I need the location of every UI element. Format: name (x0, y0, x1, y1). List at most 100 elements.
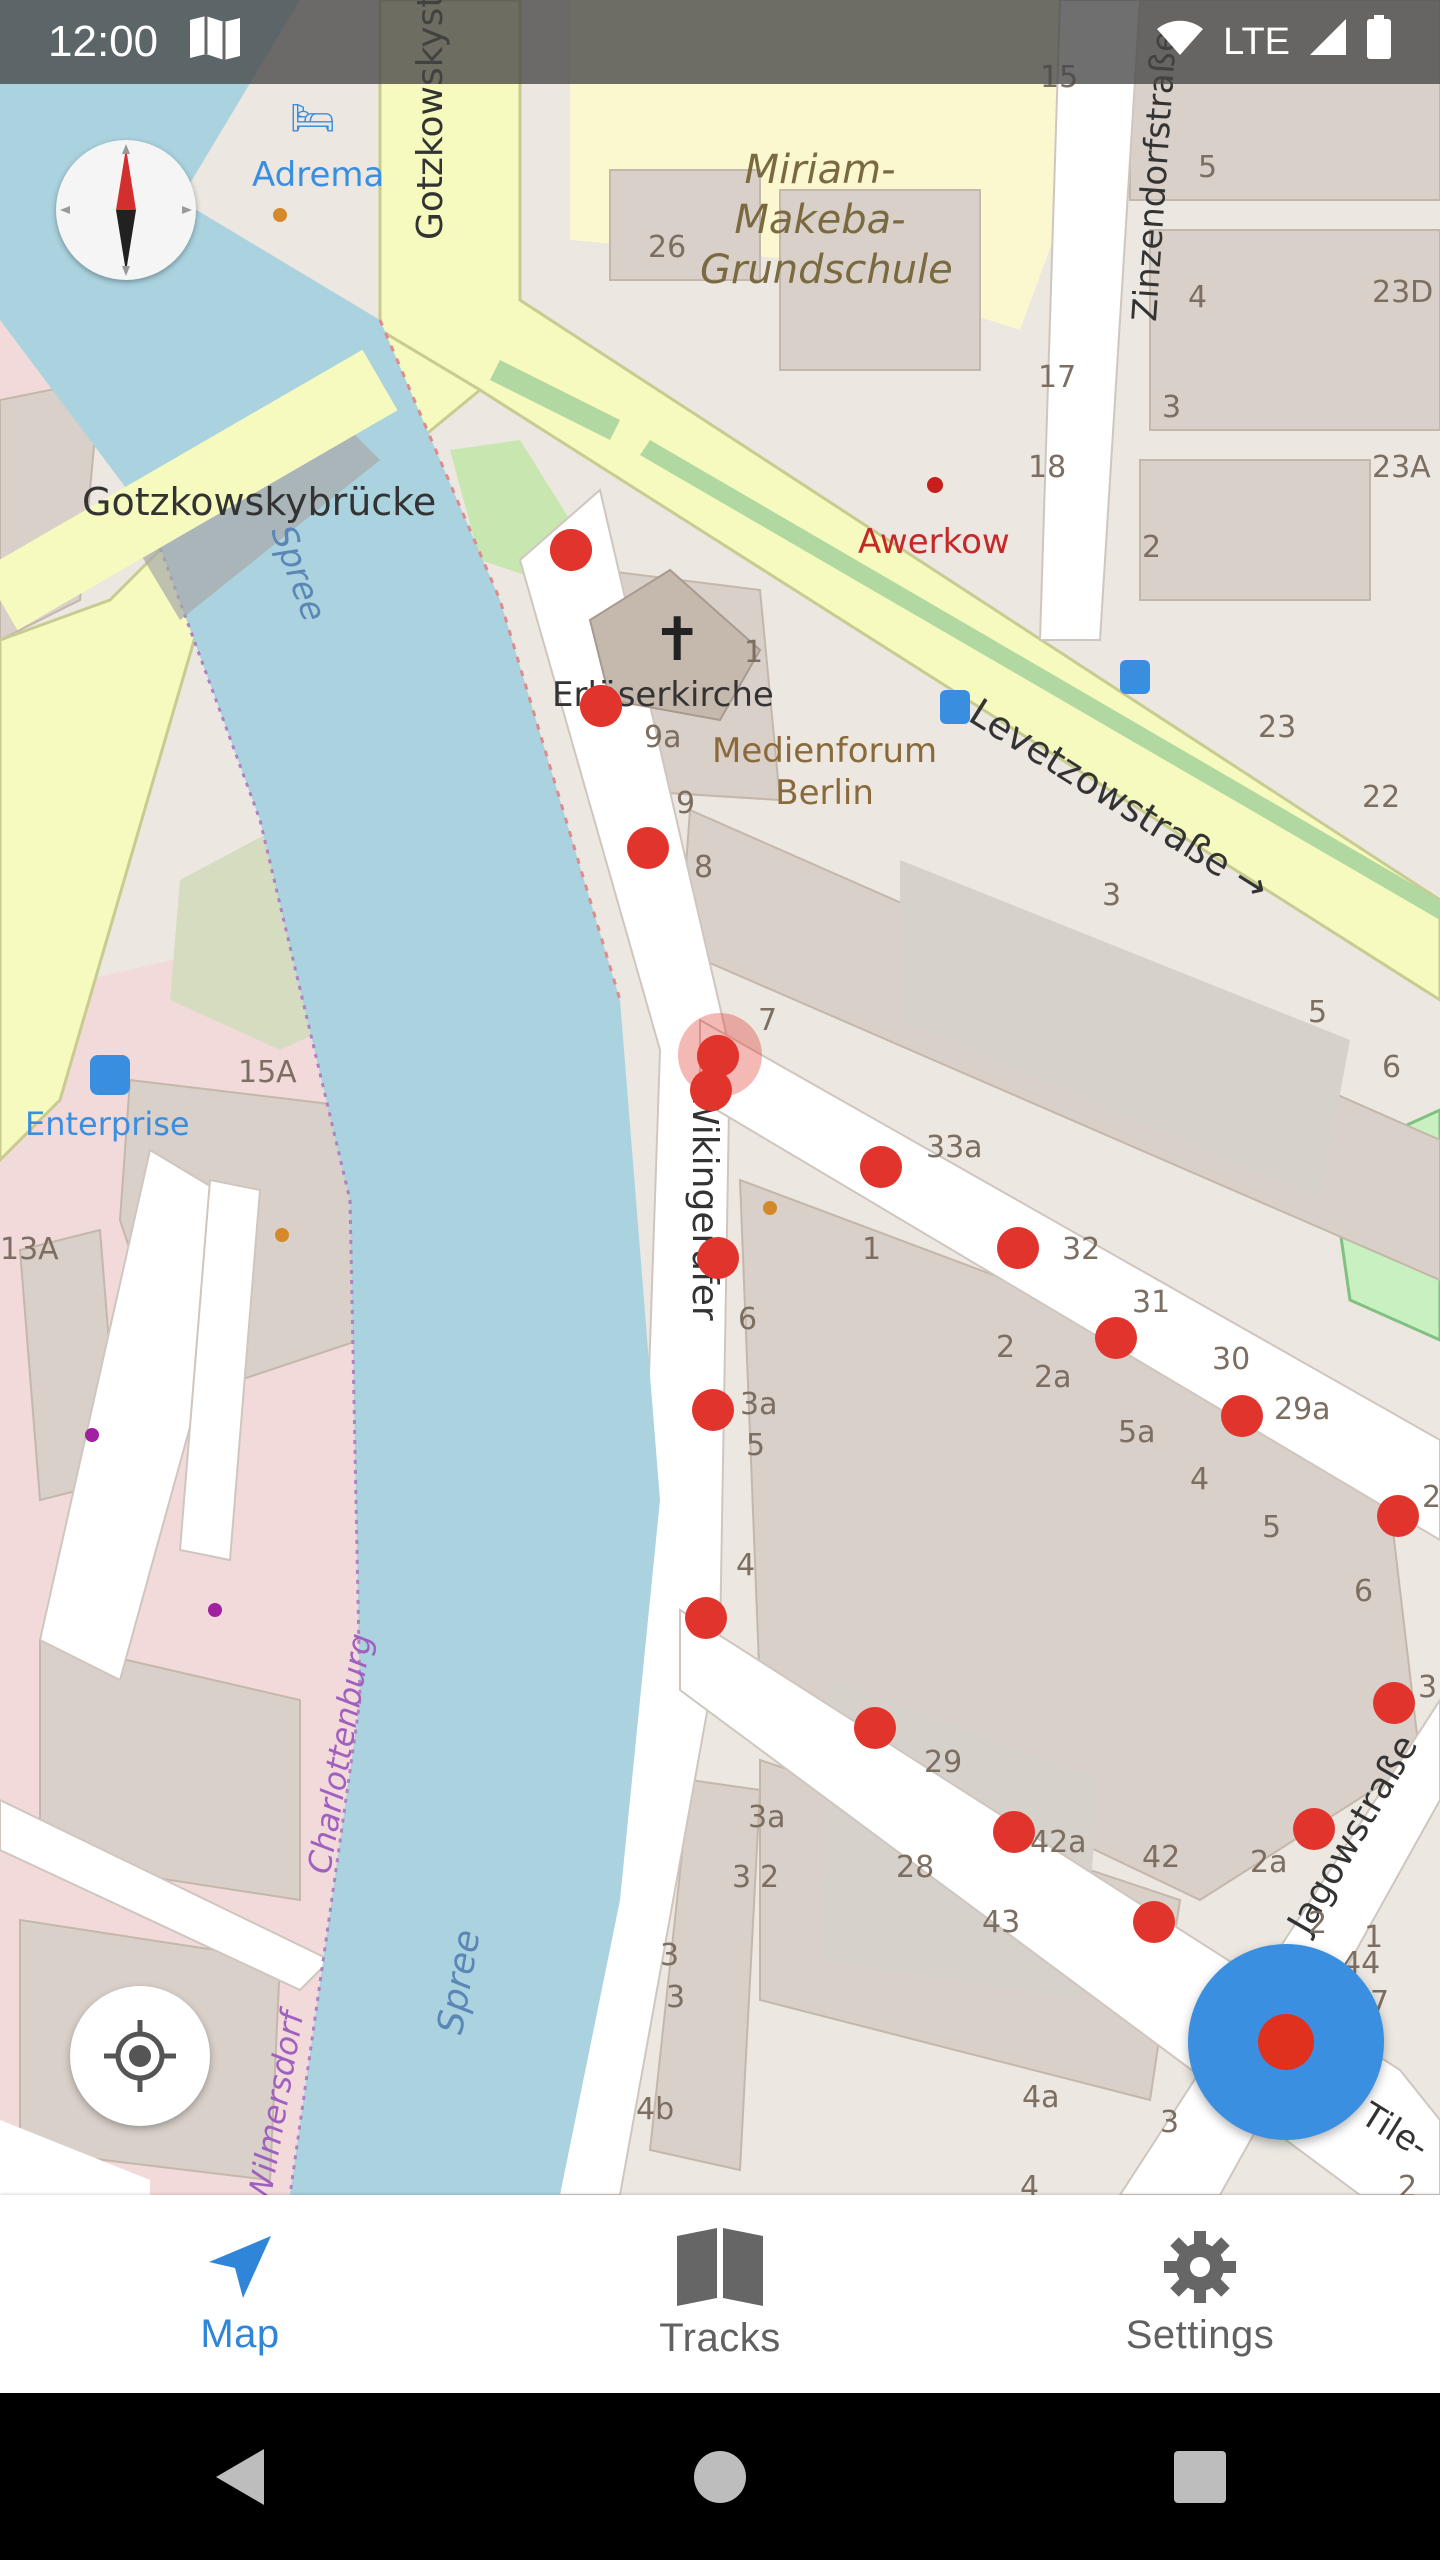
house-number-label: 43 (982, 1905, 1021, 1940)
house-number-label: 31 (1132, 1285, 1171, 1320)
recents-button[interactable] (960, 2449, 1440, 2505)
house-number-label: 5 (1262, 1510, 1282, 1545)
nav-item-tracks[interactable]: Tracks (480, 2195, 960, 2393)
house-number-label: 4 (1020, 2170, 1040, 2195)
house-number-label: 29a (1274, 1392, 1331, 1427)
nav-item-tracks-label: Tracks (659, 2315, 781, 2360)
map-label-school: Miriam- Makeba- Grundschule (700, 145, 953, 295)
house-number-label: 18 (1028, 450, 1067, 485)
track-point (1133, 1901, 1175, 1943)
house-number-label: 32 (1062, 1232, 1101, 1267)
school-label-line-1: Miriam- (744, 147, 896, 193)
house-number-label: 2 (760, 1860, 780, 1895)
map-label-car-rental: Enterprise (25, 1105, 190, 1143)
map-label-bridge: Gotzkowskybrücke (82, 480, 437, 524)
system-navigation-bar (0, 2393, 1440, 2560)
house-number-label: 17 (1038, 360, 1077, 395)
svg-text:🛏: 🛏 (290, 97, 336, 138)
recents-square-icon (1174, 2450, 1226, 2503)
back-triangle-icon (216, 2448, 264, 2505)
house-number-label: 2a (1034, 1360, 1072, 1395)
house-number-label: 3 (732, 1860, 752, 1895)
house-number-label: 1 (862, 1232, 882, 1267)
track-point (627, 827, 669, 869)
house-number-label: 42a (1030, 1825, 1087, 1860)
bottom-navigation: Map Tracks Settings (0, 2195, 1440, 2393)
network-type: LTE (1223, 20, 1290, 63)
house-number-label: 2 (1142, 530, 1162, 565)
house-number-label: 15A (238, 1055, 297, 1090)
track-point (1221, 1395, 1263, 1437)
house-number-label: 4 (1190, 1462, 1210, 1497)
book-map-icon (188, 14, 242, 71)
map-view[interactable]: ✝ 🛏 Miriam- Makeba- Grundschule Gotzkows… (0, 0, 1440, 2195)
my-location-button[interactable] (70, 1986, 210, 2126)
crosshair-icon (104, 2020, 176, 2092)
nav-item-map-label: Map (200, 2311, 280, 2356)
compass-icon (60, 144, 192, 276)
record-button[interactable] (1188, 1944, 1384, 2140)
book-map-icon (677, 2227, 763, 2306)
status-time: 12:00 (48, 17, 159, 66)
house-number-label: 4b (636, 2092, 675, 2127)
nav-item-settings[interactable]: Settings (960, 2195, 1440, 2393)
wifi-icon (1155, 17, 1205, 67)
house-number-label: 42 (1142, 1840, 1181, 1875)
home-circle-icon (694, 2450, 746, 2503)
house-number-label: 5 (1308, 995, 1328, 1030)
house-number-label: 29 (1422, 1480, 1440, 1515)
house-number-label: 6 (1354, 1574, 1374, 1609)
track-point (550, 529, 592, 571)
back-button[interactable] (0, 2447, 480, 2507)
track-point (1373, 1682, 1415, 1724)
house-number-label: 3 (1160, 2105, 1180, 2140)
house-number-label: 3 (1102, 878, 1122, 913)
house-number-label: 2 (1398, 2170, 1418, 2195)
track-point (685, 1597, 727, 1639)
track-point (860, 1146, 902, 1188)
house-number-label: 9a (644, 720, 682, 755)
house-number-label: 3 (1418, 1670, 1438, 1705)
svg-text:✝: ✝ (652, 605, 702, 675)
house-number-label: 5a (1118, 1415, 1156, 1450)
map-label-restaurant: Awerkow (858, 522, 1010, 562)
house-number-label: 6 (1382, 1050, 1402, 1085)
house-number-label: 4a (1022, 2080, 1060, 2115)
home-button[interactable] (480, 2449, 960, 2505)
battery-icon (1366, 15, 1392, 69)
house-number-label: 3 (660, 1938, 680, 1973)
school-label-line-2: Makeba- (734, 197, 906, 243)
house-number-label: 28 (896, 1850, 935, 1885)
house-number-label: 3a (740, 1387, 778, 1422)
house-number-label: 30 (1212, 1342, 1251, 1377)
house-number-label: 2a (1250, 1845, 1288, 1880)
house-number-label: 3 (666, 1980, 686, 2015)
house-number-label: 5 (1198, 150, 1218, 185)
house-number-label: 7 (758, 1003, 778, 1038)
house-number-label: 29 (924, 1745, 963, 1780)
status-bar: 12:00 LTE (0, 0, 1440, 84)
house-number-label: 1 (744, 635, 764, 670)
house-number-label: 4 (736, 1548, 756, 1583)
track-point (1377, 1495, 1419, 1537)
map-label-street-wikinger: Wikingerufer (684, 1090, 725, 1321)
house-number-label: 3a (748, 1800, 786, 1835)
signal-icon (1308, 17, 1348, 67)
track-point (692, 1389, 734, 1431)
track-point (697, 1237, 739, 1279)
house-number-label: 5 (746, 1428, 766, 1463)
house-number-label: 6 (738, 1302, 758, 1337)
house-number-label: 4 (1188, 280, 1208, 315)
compass-button[interactable] (56, 140, 196, 280)
school-label-line-3: Grundschule (700, 247, 953, 293)
track-point (854, 1707, 896, 1749)
nav-item-map[interactable]: Map (0, 2195, 480, 2393)
nav-item-settings-label: Settings (1125, 2312, 1275, 2357)
library-label-line-2: Berlin (775, 773, 874, 813)
track-point (580, 685, 622, 727)
navigation-arrow-icon (209, 2235, 271, 2298)
house-number-label: 26 (648, 230, 687, 265)
track-point (697, 1035, 739, 1077)
record-dot-icon (1258, 2014, 1314, 2070)
house-number-label: 23 (1258, 710, 1297, 745)
